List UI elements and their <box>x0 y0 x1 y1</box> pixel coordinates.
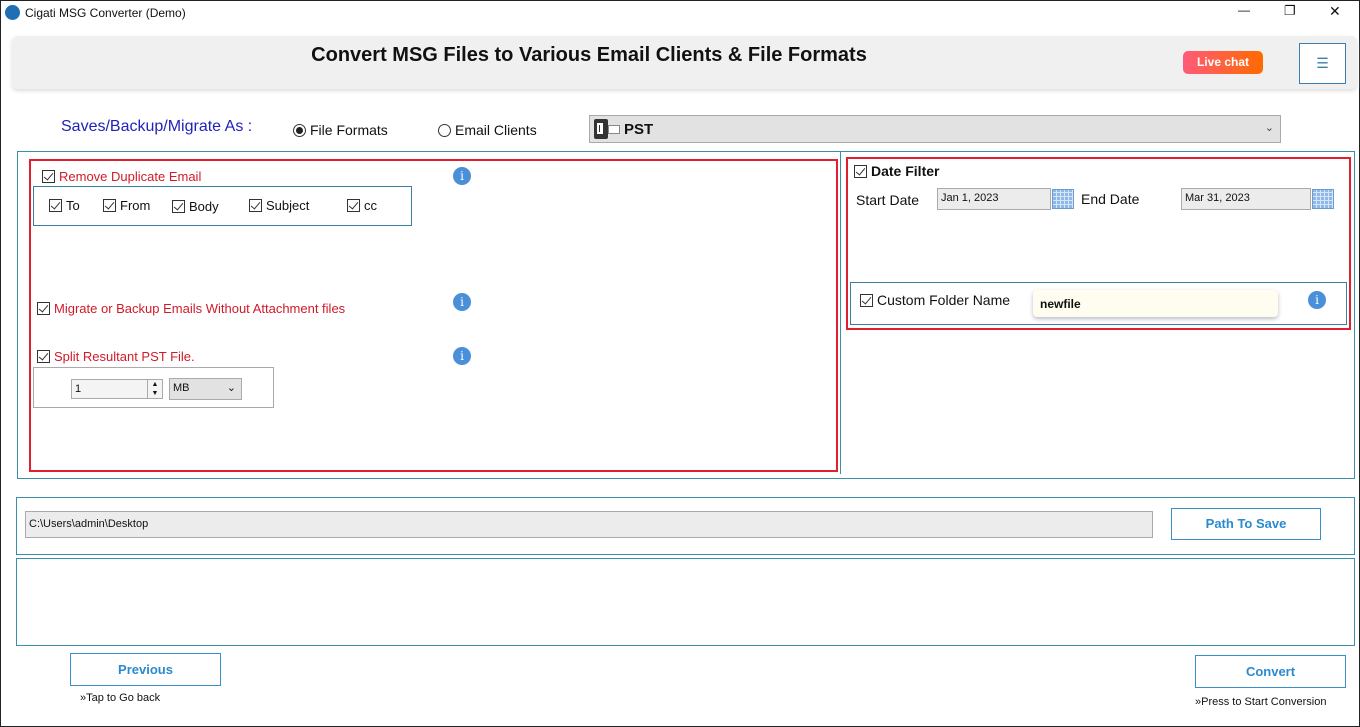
previous-button[interactable]: Previous <box>70 653 221 686</box>
checkbox-checked-icon <box>37 302 50 315</box>
calendar-icon[interactable] <box>1312 189 1334 209</box>
info-glyph: i <box>453 347 471 365</box>
format-dropdown[interactable]: PST ⌄ <box>589 115 1281 143</box>
checkbox-checked-icon <box>37 350 50 363</box>
date-filter-label: Date Filter <box>871 163 940 179</box>
without-attachment-checkbox[interactable]: Migrate or Backup Emails Without Attachm… <box>37 301 345 316</box>
field-label: cc <box>364 198 377 213</box>
custom-folder-input[interactable]: newfile <box>1033 290 1278 317</box>
info-icon[interactable]: i <box>453 293 471 311</box>
radio-selected-icon <box>293 123 306 137</box>
info-icon[interactable]: i <box>453 347 471 365</box>
field-label: To <box>66 198 80 213</box>
path-to-save-button[interactable]: Path To Save <box>1171 508 1321 540</box>
minimize-button[interactable]: — <box>1238 3 1250 17</box>
split-unit-value: MB <box>173 382 190 394</box>
envelope-icon <box>608 124 620 134</box>
radio-email-clients[interactable]: Email Clients <box>438 122 537 138</box>
remove-duplicate-label: Remove Duplicate Email <box>59 169 202 184</box>
split-size-value: 1 <box>75 383 82 395</box>
field-subject-checkbox[interactable]: Subject <box>249 198 309 213</box>
save-as-label: Saves/Backup/Migrate As : <box>61 118 253 135</box>
field-label: Body <box>189 199 219 214</box>
log-area <box>16 558 1355 646</box>
radio-label: File Formats <box>310 122 388 138</box>
checkbox-checked-icon <box>103 199 116 212</box>
outlook-pst-icon <box>594 119 608 139</box>
checkbox-checked-icon <box>42 170 55 183</box>
path-input[interactable]: C:\Users\admin\Desktop <box>25 511 1153 538</box>
remove-duplicate-checkbox[interactable]: Remove Duplicate Email <box>42 169 201 184</box>
chevron-down-icon: ⌄ <box>1264 122 1274 134</box>
field-label: From <box>120 198 151 213</box>
previous-hint: »Tap to Go back <box>80 692 161 704</box>
end-date-label: End Date <box>1081 191 1140 207</box>
menu-button[interactable]: ☰ <box>1299 43 1346 84</box>
convert-button[interactable]: Convert <box>1195 655 1346 688</box>
calendar-icon[interactable] <box>1052 189 1074 209</box>
start-date-input[interactable]: Jan 1, 2023 <box>937 188 1051 210</box>
panel-divider <box>840 151 841 474</box>
checkbox-checked-icon <box>249 199 262 212</box>
close-button[interactable]: ✕ <box>1329 3 1341 20</box>
checkbox-checked-icon <box>347 199 360 212</box>
custom-folder-label: Custom Folder Name <box>877 292 1011 308</box>
field-from-checkbox[interactable]: From <box>103 198 150 213</box>
start-date-label: Start Date <box>856 192 920 208</box>
radio-label: Email Clients <box>455 122 537 138</box>
date-filter-checkbox[interactable]: Date Filter <box>854 163 939 179</box>
without-attachment-label: Migrate or Backup Emails Without Attachm… <box>54 301 346 316</box>
info-icon[interactable]: i <box>1308 291 1326 309</box>
field-to-checkbox[interactable]: To <box>49 198 80 213</box>
page-title: Convert MSG Files to Various Email Clien… <box>311 44 867 66</box>
field-label: Subject <box>266 198 310 213</box>
radio-unselected-icon <box>438 123 451 137</box>
checkbox-checked-icon <box>854 165 867 178</box>
app-logo-icon <box>5 5 20 20</box>
field-body-checkbox[interactable]: Body <box>172 199 219 214</box>
split-unit-dropdown[interactable]: MB ⌄ <box>169 378 242 400</box>
stepper-arrows-icon[interactable]: ▲ ▼ <box>147 380 162 398</box>
window-title: Cigati MSG Converter (Demo) <box>25 6 186 20</box>
checkbox-checked-icon <box>172 200 185 213</box>
split-pst-label: Split Resultant PST File. <box>54 349 195 364</box>
radio-file-formats[interactable]: File Formats <box>293 122 388 138</box>
custom-folder-checkbox[interactable]: Custom Folder Name <box>860 292 1010 308</box>
restore-button[interactable]: ❐ <box>1284 3 1296 19</box>
checkbox-checked-icon <box>49 199 62 212</box>
info-glyph: i <box>453 293 471 311</box>
split-size-stepper[interactable]: 1 ▲ ▼ <box>71 379 163 399</box>
info-icon[interactable]: i <box>453 167 471 185</box>
end-date-input[interactable]: Mar 31, 2023 <box>1181 188 1311 210</box>
checkbox-checked-icon <box>860 294 873 307</box>
info-glyph: i <box>1308 291 1326 309</box>
live-chat-button[interactable]: Live chat <box>1183 51 1263 74</box>
field-cc-checkbox[interactable]: cc <box>347 198 377 213</box>
convert-hint: »Press to Start Conversion <box>1195 696 1327 708</box>
chevron-down-icon: ⌄ <box>226 382 236 394</box>
format-value: PST <box>624 120 654 138</box>
info-glyph: i <box>453 167 471 185</box>
split-pst-checkbox[interactable]: Split Resultant PST File. <box>37 349 195 364</box>
